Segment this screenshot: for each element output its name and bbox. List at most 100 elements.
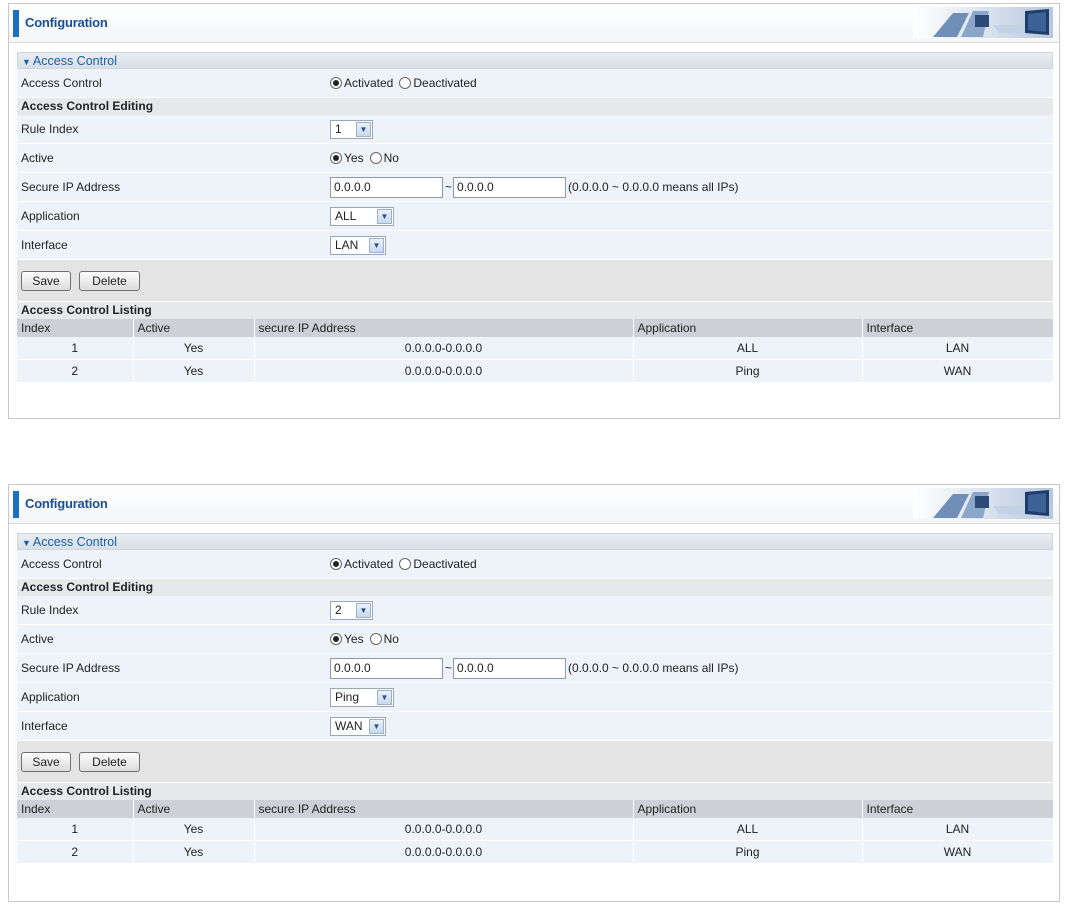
section-title: Access Control xyxy=(32,535,117,549)
active-yes-radio[interactable] xyxy=(330,633,342,645)
activated-label: Activated xyxy=(344,76,394,90)
application-row: Application Ping ▼ xyxy=(17,683,1053,712)
network-devices-banner-icon xyxy=(913,7,1053,38)
save-button[interactable]: Save xyxy=(21,752,71,772)
activated-radio[interactable] xyxy=(330,77,342,89)
page-title: Configuration xyxy=(25,15,108,30)
access-control-section-header[interactable]: ▼ Access Control xyxy=(17,533,1053,550)
application-label: Application xyxy=(21,690,80,704)
application-row: Application ALL ▼ xyxy=(17,202,1053,231)
secure-ip-hint: (0.0.0.0 ~ 0.0.0.0 means all IPs) xyxy=(568,661,739,675)
configuration-header: Configuration xyxy=(9,485,1059,524)
triangle-down-icon: ▼ xyxy=(22,538,31,548)
column-header-application: Application xyxy=(633,319,863,337)
interface-select[interactable]: WAN ▼ xyxy=(330,716,386,736)
interface-label: Interface xyxy=(21,238,68,252)
active-no-label: No xyxy=(383,632,399,646)
configuration-header: Configuration xyxy=(9,4,1059,43)
cell-application: ALL xyxy=(633,818,863,841)
deactivated-label: Deactivated xyxy=(413,557,477,571)
rule-index-label: Rule Index xyxy=(21,122,79,136)
cell-interface: WAN xyxy=(862,359,1054,383)
active-label: Active xyxy=(21,632,54,646)
table-body: 1 Yes 0.0.0.0-0.0.0.0 ALL LAN 2 Yes 0.0.0.0-0.0… xyxy=(17,818,1054,864)
rule-index-select[interactable]: 1 ▼ xyxy=(330,119,373,139)
application-select[interactable]: Ping ▼ xyxy=(330,687,394,707)
access-control-section-header[interactable]: ▼ Access Control xyxy=(17,52,1053,69)
access-control-listing-table: Index Active secure IP Address Application I… xyxy=(17,800,1054,864)
rule-index-value: 2 xyxy=(335,603,342,617)
activated-label: Activated xyxy=(344,557,394,571)
table-body: 1 Yes 0.0.0.0-0.0.0.0 ALL LAN 2 Yes 0.0.0.0-0.0… xyxy=(17,337,1054,383)
secure-ip-row: Secure IP Address 0.0.0.0 ~ 0.0.0.0 (0.0… xyxy=(17,654,1053,683)
interface-select[interactable]: LAN ▼ xyxy=(330,235,386,255)
chevron-down-icon[interactable]: ▼ xyxy=(369,237,384,253)
cell-active: Yes xyxy=(133,840,255,864)
cell-secure-ip: 0.0.0.0-0.0.0.0 xyxy=(254,359,634,383)
application-label: Application xyxy=(21,209,80,223)
network-devices-banner-icon xyxy=(913,488,1053,519)
chevron-down-icon[interactable]: ▼ xyxy=(377,689,392,705)
deactivated-label: Deactivated xyxy=(413,76,477,90)
configuration-panel-2: Configuration ▼ Access Control Access Con… xyxy=(8,484,1060,902)
cell-index: 2 xyxy=(17,359,134,383)
access-control-editing-header: Access Control Editing xyxy=(17,579,1053,596)
access-control-label: Access Control xyxy=(21,76,102,90)
delete-button[interactable]: Delete xyxy=(79,752,140,772)
button-row: Save Delete xyxy=(17,741,1053,783)
column-header-interface: Interface xyxy=(862,319,1054,337)
access-control-listing-table: Index Active secure IP Address Application I… xyxy=(17,319,1054,383)
active-no-radio[interactable] xyxy=(369,633,382,645)
column-header-active: Active xyxy=(133,319,255,337)
secure-ip-to-input[interactable]: 0.0.0.0 xyxy=(453,657,567,679)
chevron-down-icon[interactable]: ▼ xyxy=(356,602,371,618)
header-accent-bar xyxy=(13,491,19,518)
rule-index-row: Rule Index 1 ▼ xyxy=(17,115,1053,144)
active-row: Active Yes No xyxy=(17,625,1053,654)
active-yes-label: Yes xyxy=(344,632,364,646)
secure-ip-row: Secure IP Address 0.0.0.0 ~ 0.0.0.0 (0.0… xyxy=(17,173,1053,202)
page-title: Configuration xyxy=(25,496,108,511)
rule-index-row: Rule Index 2 ▼ xyxy=(17,596,1053,625)
application-value: ALL xyxy=(335,209,357,223)
active-no-radio[interactable] xyxy=(369,152,382,164)
triangle-down-icon: ▼ xyxy=(22,57,31,67)
cell-active: Yes xyxy=(133,359,255,383)
secure-ip-hint: (0.0.0.0 ~ 0.0.0.0 means all IPs) xyxy=(568,180,739,194)
activated-radio[interactable] xyxy=(330,558,342,570)
application-select[interactable]: ALL ▼ xyxy=(330,206,394,226)
secure-ip-to-input[interactable]: 0.0.0.0 xyxy=(453,176,567,198)
deactivated-radio[interactable] xyxy=(399,77,412,89)
rule-index-value: 1 xyxy=(335,122,342,136)
chevron-down-icon[interactable]: ▼ xyxy=(369,718,384,734)
active-yes-radio[interactable] xyxy=(330,152,342,164)
delete-button[interactable]: Delete xyxy=(79,271,140,291)
chevron-down-icon[interactable]: ▼ xyxy=(377,208,392,224)
cell-index: 1 xyxy=(17,337,134,360)
column-header-index: Index xyxy=(17,319,134,337)
secure-ip-from-input[interactable]: 0.0.0.0 xyxy=(330,176,443,198)
deactivated-radio[interactable] xyxy=(399,558,412,570)
ip-range-separator: ~ xyxy=(445,661,453,675)
active-label: Active xyxy=(21,151,54,165)
access-control-listing-header: Access Control Listing xyxy=(17,302,1053,319)
chevron-down-icon[interactable]: ▼ xyxy=(356,121,371,137)
table-row: 1 Yes 0.0.0.0-0.0.0.0 ALL LAN xyxy=(17,818,1054,841)
cell-secure-ip: 0.0.0.0-0.0.0.0 xyxy=(254,337,634,360)
secure-ip-label: Secure IP Address xyxy=(21,661,121,675)
active-no-label: No xyxy=(383,151,399,165)
interface-row: Interface LAN ▼ xyxy=(17,231,1053,260)
interface-value: LAN xyxy=(335,238,359,252)
cell-active: Yes xyxy=(133,337,255,360)
secure-ip-from-input[interactable]: 0.0.0.0 xyxy=(330,657,443,679)
column-header-secure-ip: secure IP Address xyxy=(254,800,634,818)
column-header-application: Application xyxy=(633,800,863,818)
cell-index: 2 xyxy=(17,840,134,864)
interface-value: WAN xyxy=(335,719,363,733)
button-row: Save Delete xyxy=(17,260,1053,302)
access-control-label: Access Control xyxy=(21,557,102,571)
table-row: 2 Yes 0.0.0.0-0.0.0.0 Ping WAN xyxy=(17,359,1054,383)
save-button[interactable]: Save xyxy=(21,271,71,291)
rule-index-select[interactable]: 2 ▼ xyxy=(330,600,373,620)
cell-active: Yes xyxy=(133,818,255,841)
